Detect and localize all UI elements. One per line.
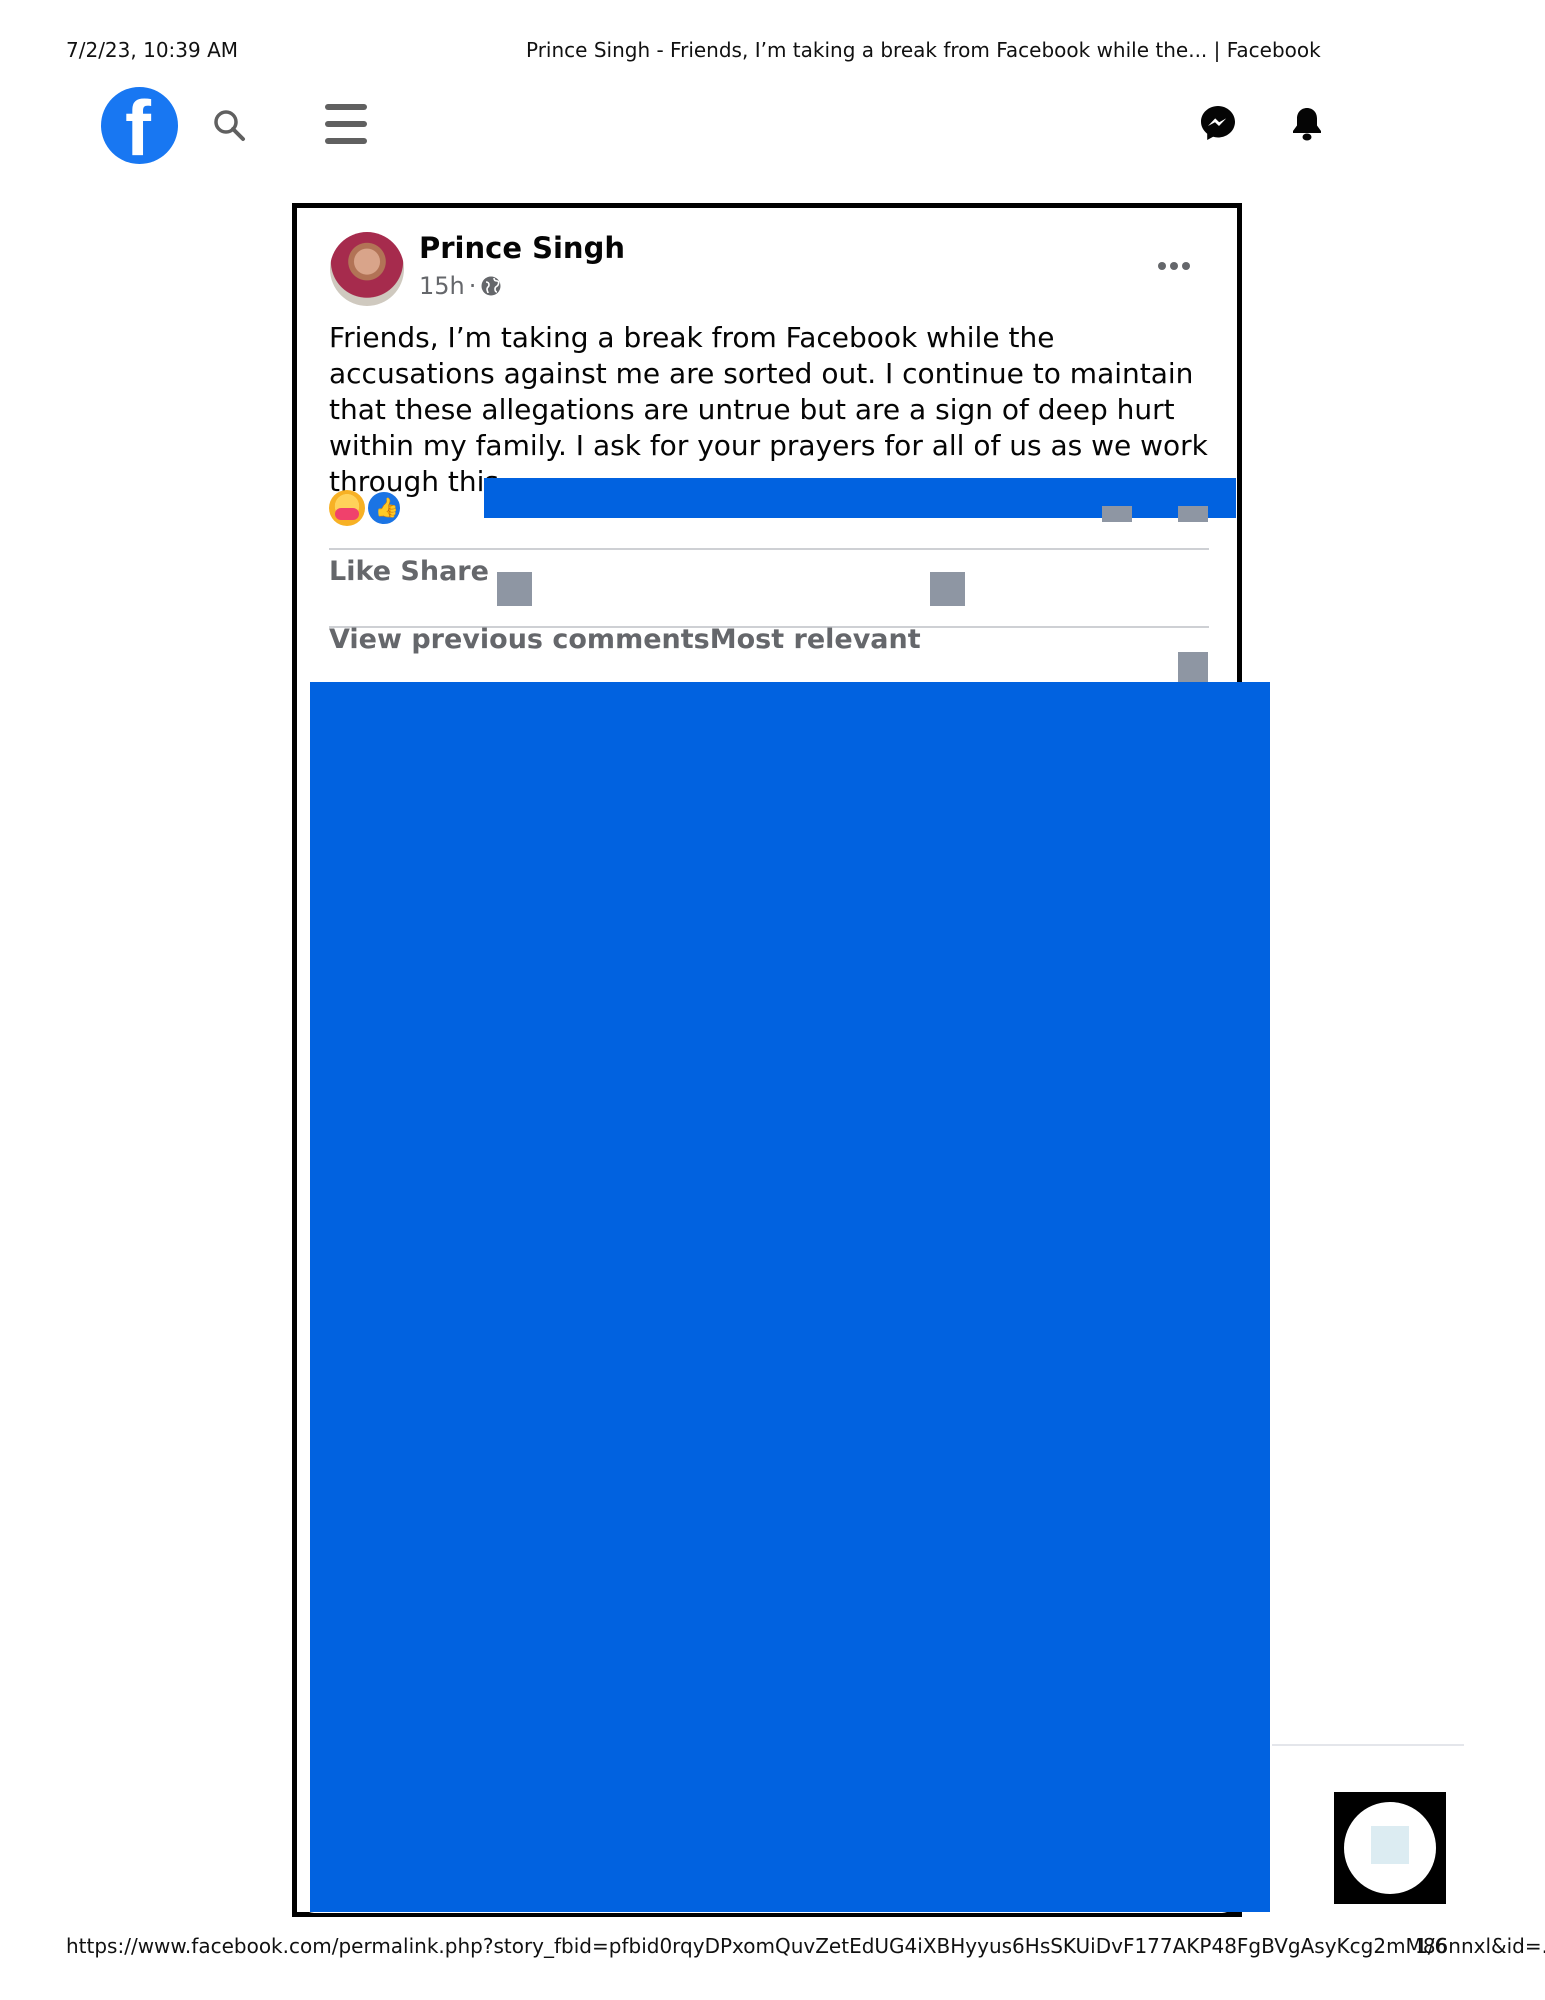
author-avatar[interactable] [330, 232, 404, 306]
notifications-bell-icon [1293, 108, 1321, 141]
menu-icon-bar [325, 121, 367, 127]
menu-icon [325, 104, 367, 110]
image-placeholder [1102, 506, 1132, 522]
divider [329, 548, 1209, 550]
print-page-number: 1/6 [1415, 1934, 1448, 1958]
like-reaction-icon[interactable]: 👍 [366, 490, 402, 526]
care-reaction-icon[interactable] [329, 490, 365, 526]
more-dot [1182, 262, 1190, 270]
chat-button[interactable] [1334, 1792, 1446, 1904]
thumbs-up-icon: 👍 [375, 497, 399, 519]
search-icon [214, 110, 245, 141]
globe-icon [481, 276, 501, 296]
like-share-actions[interactable]: Like Share [329, 556, 489, 587]
sidebar-divider [1272, 1744, 1464, 1746]
care-heart [335, 508, 359, 520]
notifications-button[interactable] [1290, 106, 1324, 142]
meta-separator: · [468, 272, 477, 300]
redaction-block [310, 682, 1270, 1912]
post-meta: 15h · [419, 272, 502, 300]
messenger-button[interactable] [1199, 104, 1237, 142]
more-dots-icon [1158, 262, 1166, 270]
search-button[interactable] [212, 108, 246, 142]
print-page-title: Prince Singh - Friends, I’m taking a bre… [526, 38, 1321, 62]
post-time[interactable]: 15h [419, 272, 465, 300]
print-datetime: 7/2/23, 10:39 AM [66, 38, 239, 62]
facebook-logo-glyph: f [125, 87, 151, 164]
messenger-icon [1201, 106, 1235, 140]
image-placeholder [1178, 652, 1208, 682]
post-options-button[interactable] [1158, 262, 1192, 272]
view-previous-comments[interactable]: View previous commentsMost relevant [329, 624, 921, 655]
image-placeholder [1178, 506, 1208, 522]
image-placeholder [930, 572, 965, 606]
more-dot [1170, 262, 1178, 270]
image-placeholder [497, 572, 532, 606]
post-text: Friends, I’m taking a break from Faceboo… [329, 321, 1208, 498]
menu-icon-bar [325, 138, 367, 144]
author-name[interactable]: Prince Singh [419, 231, 625, 265]
print-url: https://www.facebook.com/permalink.php?s… [66, 1934, 1545, 1958]
facebook-logo[interactable]: f [101, 87, 178, 164]
image-placeholder [1371, 1826, 1409, 1864]
menu-button[interactable] [325, 102, 369, 146]
